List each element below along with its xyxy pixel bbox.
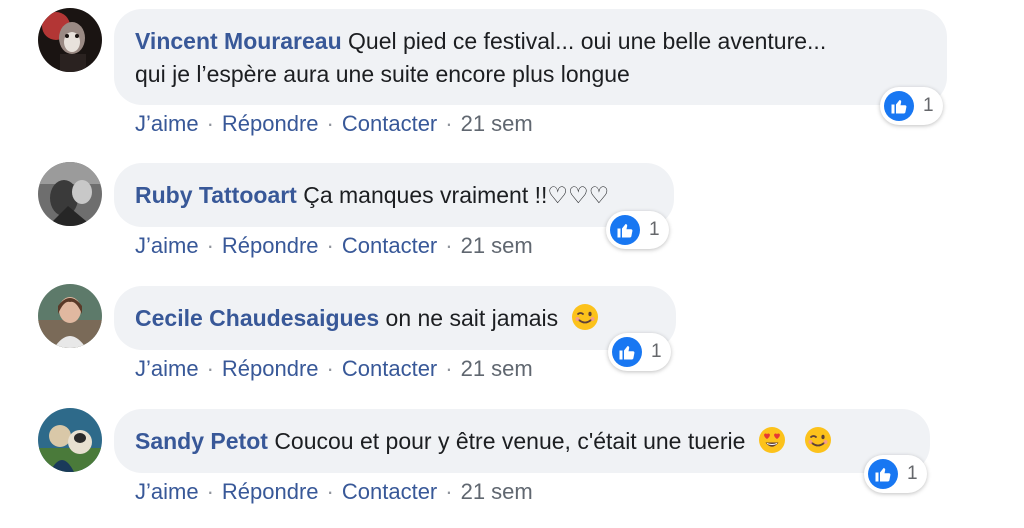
comment-author[interactable]: Vincent Mourareau xyxy=(135,28,342,54)
reaction-count: 1 xyxy=(907,463,918,484)
comment-text: Quel pied ce festival... oui une belle a… xyxy=(348,28,827,54)
reply-link[interactable]: Répondre xyxy=(222,111,319,136)
thumbs-up-icon xyxy=(868,459,898,489)
reply-link[interactable]: Répondre xyxy=(222,233,319,258)
comment-bubble: Ruby Tattooart Ça manques vraiment !!♡♡♡ xyxy=(114,163,674,227)
contact-link[interactable]: Contacter xyxy=(342,356,437,381)
comment-actions: J’aime · Répondre · Contacter · 21 sem xyxy=(135,233,533,258)
comment-text: Ça manques vraiment !!♡♡♡ xyxy=(303,182,610,208)
comment-bubble: Sandy Petot Coucou et pour y être venue,… xyxy=(114,409,930,473)
timestamp[interactable]: 21 sem xyxy=(461,356,533,381)
avatar[interactable] xyxy=(38,162,102,226)
like-link[interactable]: J’aime xyxy=(135,233,199,258)
comment-text: on ne sait jamais xyxy=(385,305,559,331)
comment-bubble: Vincent Mourareau Quel pied ce festival.… xyxy=(114,9,947,105)
reaction-summary[interactable]: 1 xyxy=(864,455,927,493)
heart-eyes-face-icon xyxy=(758,426,786,454)
thumbs-up-icon xyxy=(884,91,914,121)
avatar[interactable] xyxy=(38,284,102,348)
winking-face-icon xyxy=(804,426,832,454)
comment-author[interactable]: Ruby Tattooart xyxy=(135,182,297,208)
reaction-summary[interactable]: 1 xyxy=(608,333,671,371)
reaction-count: 1 xyxy=(649,219,660,240)
comment-bubble: Cecile Chaudesaigues on ne sait jamais xyxy=(114,286,676,350)
timestamp[interactable]: 21 sem xyxy=(461,111,533,136)
reaction-summary[interactable]: 1 xyxy=(880,87,943,125)
thumbs-up-icon xyxy=(610,215,640,245)
like-link[interactable]: J’aime xyxy=(135,111,199,136)
avatar[interactable] xyxy=(38,408,102,472)
like-link[interactable]: J’aime xyxy=(135,356,199,381)
avatar[interactable] xyxy=(38,8,102,72)
contact-link[interactable]: Contacter xyxy=(342,233,437,258)
reply-link[interactable]: Répondre xyxy=(222,356,319,381)
comment-author[interactable]: Sandy Petot xyxy=(135,428,268,454)
comment-actions: J’aime · Répondre · Contacter · 21 sem xyxy=(135,356,533,381)
reply-link[interactable]: Répondre xyxy=(222,479,319,504)
reaction-count: 1 xyxy=(651,341,662,362)
contact-link[interactable]: Contacter xyxy=(342,111,437,136)
reaction-count: 1 xyxy=(923,95,934,116)
comment-text-line-2: qui je l’espère aura une suite encore pl… xyxy=(135,61,630,87)
contact-link[interactable]: Contacter xyxy=(342,479,437,504)
comment-actions: J’aime · Répondre · Contacter · 21 sem xyxy=(135,111,533,136)
thumbs-up-icon xyxy=(612,337,642,367)
like-link[interactable]: J’aime xyxy=(135,479,199,504)
comment-author[interactable]: Cecile Chaudesaigues xyxy=(135,305,379,331)
reaction-summary[interactable]: 1 xyxy=(606,211,669,249)
comment-text: Coucou et pour y être venue, c'était une… xyxy=(274,428,746,454)
timestamp[interactable]: 21 sem xyxy=(461,233,533,258)
timestamp[interactable]: 21 sem xyxy=(461,479,533,504)
comment-actions: J’aime · Répondre · Contacter · 21 sem xyxy=(135,479,533,504)
winking-face-icon xyxy=(571,303,599,331)
